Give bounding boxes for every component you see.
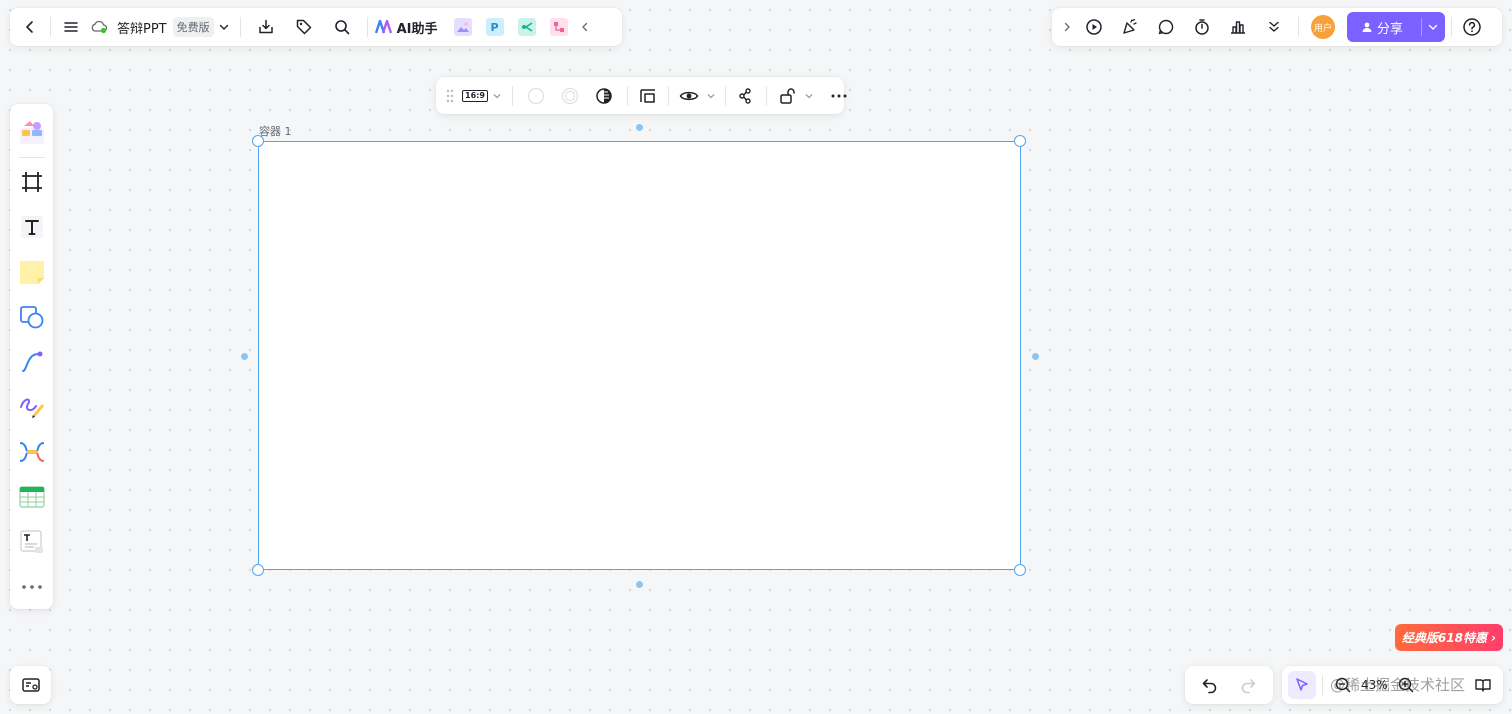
ppt-app-icon[interactable]: P bbox=[485, 18, 504, 36]
divider bbox=[627, 85, 628, 106]
zoom-in-icon[interactable] bbox=[1392, 671, 1420, 699]
tag-icon[interactable] bbox=[290, 13, 318, 41]
resize-handle-top-left[interactable] bbox=[252, 135, 264, 147]
resize-handle-top-right[interactable] bbox=[1014, 135, 1026, 147]
share-label: 分享 bbox=[1377, 21, 1404, 37]
ai-logo-icon[interactable] bbox=[374, 13, 394, 41]
shape-icon[interactable] bbox=[10, 295, 53, 340]
mindmap-icon[interactable] bbox=[10, 429, 53, 474]
frame-icon[interactable] bbox=[10, 160, 53, 205]
timer-icon[interactable] bbox=[1188, 13, 1216, 41]
lock-icon[interactable] bbox=[773, 82, 801, 110]
visibility-icon[interactable] bbox=[675, 82, 703, 110]
border-color-icon[interactable] bbox=[556, 82, 584, 110]
redo-icon[interactable] bbox=[1234, 671, 1262, 699]
avatar[interactable]: 用户 bbox=[1311, 15, 1335, 39]
divider bbox=[1421, 18, 1422, 36]
container-toolbar: 16:9 bbox=[436, 77, 847, 114]
drag-handle-icon[interactable] bbox=[442, 82, 458, 110]
text-card-icon[interactable] bbox=[10, 519, 53, 564]
comment-icon[interactable] bbox=[1152, 13, 1180, 41]
zoom-out-icon[interactable] bbox=[1329, 671, 1357, 699]
ai-assistant-label[interactable]: AI助手 bbox=[397, 18, 438, 37]
present-play-icon[interactable] bbox=[1080, 13, 1108, 41]
document-title[interactable]: 答辩PPT bbox=[117, 18, 167, 37]
aspect-ratio-value: 16:9 bbox=[462, 89, 488, 102]
more-icon[interactable] bbox=[825, 82, 853, 110]
divider bbox=[18, 156, 45, 158]
connection-point-left[interactable] bbox=[241, 353, 248, 360]
top-left-toolbar: 答辩PPT 免费版 AI助手 P bbox=[10, 8, 622, 46]
divider bbox=[668, 85, 669, 106]
divider bbox=[50, 17, 51, 37]
search-icon[interactable] bbox=[328, 13, 356, 41]
divider bbox=[1322, 675, 1323, 695]
divider bbox=[766, 85, 767, 106]
divider bbox=[1298, 17, 1299, 37]
container-label[interactable]: 容器 1 bbox=[259, 123, 292, 139]
mindmap-app-icon[interactable] bbox=[517, 18, 536, 36]
zoom-level[interactable]: 43% bbox=[1361, 678, 1388, 692]
lock-dropdown-icon[interactable] bbox=[801, 82, 817, 110]
help-icon[interactable] bbox=[1458, 13, 1486, 41]
connection-point-right[interactable] bbox=[1032, 353, 1039, 360]
fill-color-icon[interactable] bbox=[522, 82, 550, 110]
reading-mode-icon[interactable] bbox=[1469, 671, 1497, 699]
title-dropdown-icon[interactable] bbox=[214, 13, 234, 41]
zoom-panel: 43% bbox=[1282, 666, 1503, 704]
cloud-saved-icon bbox=[85, 13, 113, 41]
divider bbox=[725, 85, 726, 106]
minimap-icon[interactable] bbox=[17, 671, 45, 699]
menu-icon[interactable] bbox=[57, 13, 85, 41]
divider bbox=[1451, 17, 1452, 37]
table-icon[interactable] bbox=[10, 474, 53, 519]
image-app-icon[interactable] bbox=[453, 18, 472, 36]
layout-icon[interactable] bbox=[634, 82, 662, 110]
share-dropdown-icon[interactable] bbox=[1427, 21, 1439, 33]
flowchart-app-icon[interactable] bbox=[549, 18, 568, 36]
divider bbox=[366, 17, 368, 37]
celebrate-icon[interactable] bbox=[1116, 13, 1144, 41]
edition-badge: 免费版 bbox=[172, 17, 214, 37]
visibility-dropdown-icon[interactable] bbox=[703, 82, 719, 110]
undo-redo-panel bbox=[1185, 666, 1273, 704]
divider bbox=[239, 17, 241, 37]
person-icon bbox=[1362, 22, 1372, 32]
collapse-left-icon[interactable] bbox=[575, 13, 595, 41]
link-icon[interactable] bbox=[732, 82, 760, 110]
left-toolbar bbox=[10, 104, 53, 609]
back-icon[interactable] bbox=[16, 13, 44, 41]
share-button[interactable]: 分享 bbox=[1347, 12, 1445, 42]
bottom-left-panel bbox=[10, 666, 51, 704]
download-icon[interactable] bbox=[252, 13, 280, 41]
text-icon[interactable] bbox=[10, 205, 53, 250]
connection-point-top[interactable] bbox=[636, 124, 643, 131]
sticky-note-icon[interactable] bbox=[10, 250, 53, 295]
aspect-ratio-select[interactable]: 16:9 bbox=[458, 82, 506, 110]
connector-icon[interactable] bbox=[10, 340, 53, 385]
resize-handle-bottom-left[interactable] bbox=[252, 564, 264, 576]
more-icon[interactable] bbox=[10, 564, 53, 609]
materials-icon[interactable] bbox=[10, 110, 53, 155]
expand-right-icon[interactable] bbox=[1058, 13, 1076, 41]
vote-icon[interactable] bbox=[1224, 13, 1252, 41]
opacity-icon[interactable] bbox=[590, 82, 618, 110]
resize-handle-bottom-right[interactable] bbox=[1014, 564, 1026, 576]
promo-banner[interactable]: 经典版618特惠 › bbox=[1395, 624, 1503, 651]
select-pointer-icon[interactable] bbox=[1288, 671, 1316, 699]
chevron-down-icon bbox=[493, 93, 501, 98]
divider bbox=[512, 85, 513, 106]
more-tools-icon[interactable] bbox=[1260, 13, 1288, 41]
pen-icon[interactable] bbox=[10, 384, 53, 429]
connection-point-bottom[interactable] bbox=[636, 581, 643, 588]
top-right-toolbar: 用户 分享 bbox=[1052, 8, 1502, 46]
container-frame[interactable] bbox=[258, 141, 1021, 570]
undo-icon[interactable] bbox=[1196, 671, 1224, 699]
